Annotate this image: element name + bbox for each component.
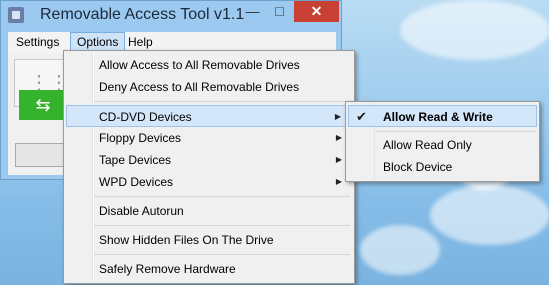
- menu-options[interactable]: Options: [70, 32, 126, 52]
- submenu-arrow-icon: ▶: [334, 112, 341, 121]
- submenu-arrow-icon: ▶: [335, 133, 342, 142]
- checkmark-icon: ✔: [356, 109, 367, 124]
- menu-item-label: Tape Devices: [99, 153, 172, 167]
- menu-allow-all-drives[interactable]: Allow Access to All Removable Drives: [66, 54, 352, 76]
- menu-item-label: WPD Devices: [99, 175, 174, 189]
- menu-item-label: Allow Read Only: [383, 138, 472, 152]
- menu-separator: [94, 254, 350, 255]
- menu-separator: [376, 131, 536, 132]
- cd-dvd-submenu: ✔ Allow Read & Write Allow Read Only Blo…: [345, 101, 540, 182]
- minimize-button[interactable]: —: [239, 1, 266, 22]
- menu-item-label: Safely Remove Hardware: [99, 262, 236, 276]
- menu-disable-autorun[interactable]: Disable Autorun: [66, 200, 352, 222]
- menu-tape-devices[interactable]: Tape Devices ▶: [66, 149, 352, 171]
- menu-settings[interactable]: Settings: [10, 32, 65, 52]
- menu-separator: [94, 196, 350, 197]
- maximize-button[interactable]: □: [266, 1, 293, 22]
- menu-item-label: Show Hidden Files On The Drive: [99, 233, 274, 247]
- submenu-arrow-icon: ▶: [335, 155, 342, 164]
- options-dropdown: Allow Access to All Removable Drives Den…: [63, 50, 355, 284]
- window-title: Removable Access Tool v1.1: [40, 6, 245, 23]
- submenu-allow-read-only[interactable]: Allow Read Only: [348, 134, 537, 156]
- menu-cd-dvd-devices[interactable]: CD-DVD Devices ▶: [66, 105, 352, 127]
- menu-separator: [94, 225, 350, 226]
- menu-item-label: Allow Access to All Removable Drives: [99, 58, 300, 72]
- close-button[interactable]: ✕: [294, 1, 339, 22]
- submenu-allow-read-write[interactable]: ✔ Allow Read & Write: [348, 105, 537, 127]
- flower-petal: [400, 0, 549, 60]
- menu-item-label: Disable Autorun: [99, 204, 184, 218]
- submenu-arrow-icon: ▶: [335, 177, 342, 186]
- menu-show-hidden-files[interactable]: Show Hidden Files On The Drive: [66, 229, 352, 251]
- menu-item-label: Floppy Devices: [99, 131, 182, 145]
- flower-petal: [430, 185, 549, 245]
- menu-item-label: Deny Access to All Removable Drives: [99, 80, 300, 94]
- menu-item-label: CD-DVD Devices: [99, 110, 192, 124]
- usb-icon: ⇆: [19, 90, 67, 120]
- submenu-block-device[interactable]: Block Device: [348, 156, 537, 178]
- menu-separator: [94, 101, 350, 102]
- title-bar[interactable]: Removable Access Tool v1.1 — □ ✕: [1, 1, 341, 31]
- flower-petal: [360, 225, 440, 275]
- menu-item-label: Allow Read & Write: [383, 110, 493, 124]
- usb-app-icon[interactable]: [8, 7, 24, 23]
- menu-item-label: Block Device: [383, 160, 453, 174]
- menu-deny-all-drives[interactable]: Deny Access to All Removable Drives: [66, 76, 352, 98]
- menu-wpd-devices[interactable]: WPD Devices ▶: [66, 171, 352, 193]
- menu-help[interactable]: Help: [122, 32, 159, 52]
- menu-safely-remove-hardware[interactable]: Safely Remove Hardware: [66, 258, 352, 280]
- menu-floppy-devices[interactable]: Floppy Devices ▶: [66, 127, 352, 149]
